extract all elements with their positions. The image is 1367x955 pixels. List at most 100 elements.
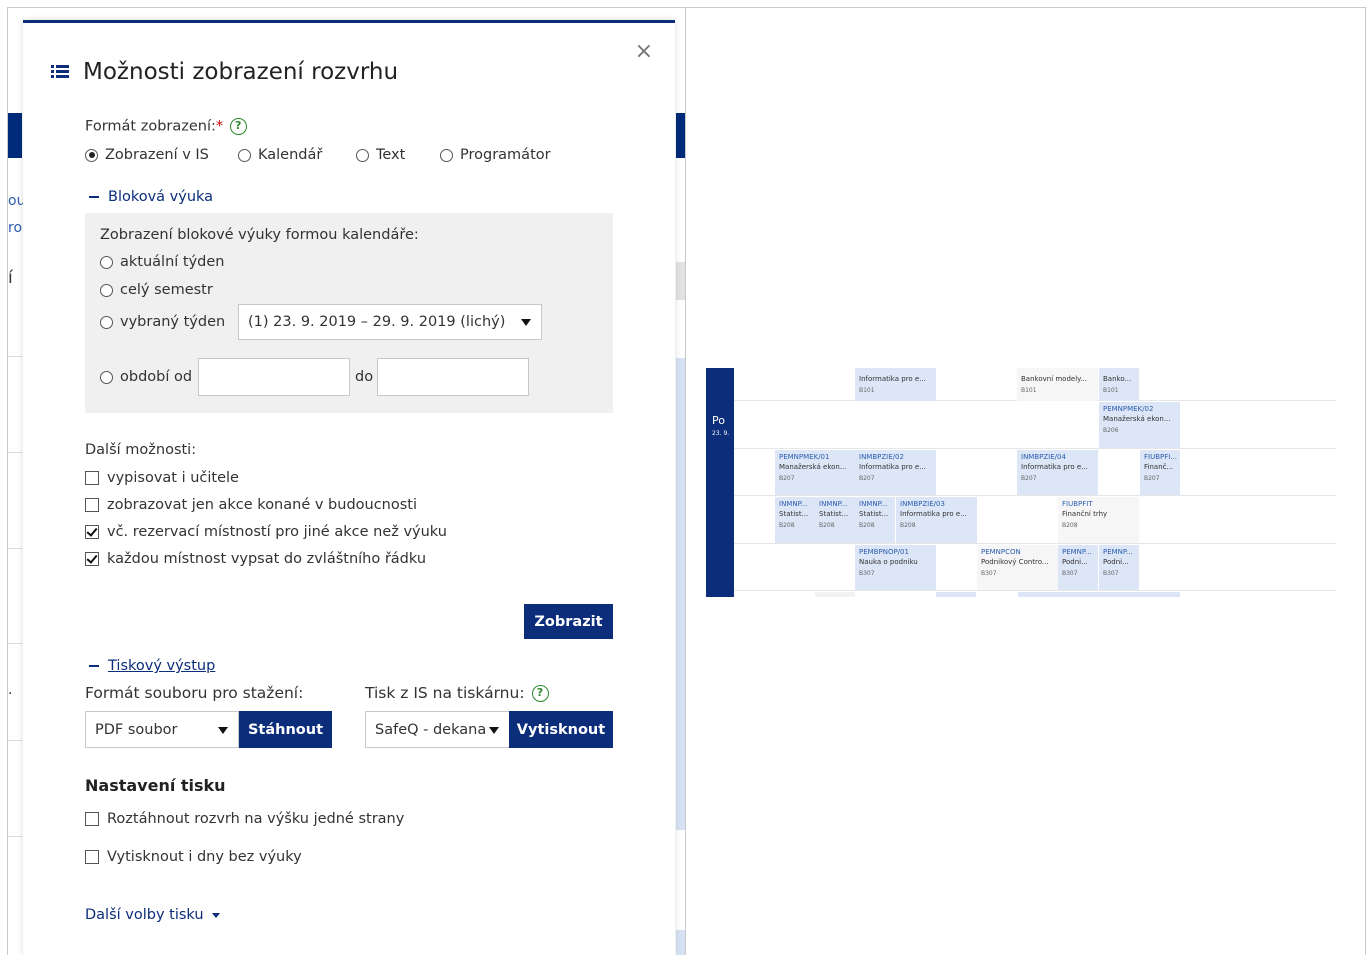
timetable-event[interactable]: INMBPZIE/03 Informatika pro e... B208: [896, 497, 977, 543]
download-button[interactable]: Stáhnout: [239, 711, 332, 748]
radio-icon[interactable]: [100, 255, 113, 269]
required-mark: *: [215, 118, 224, 135]
format-radio-programmer[interactable]: Programátor: [440, 147, 551, 163]
radio-icon[interactable]: [100, 283, 113, 297]
chevron-down-icon: [218, 726, 228, 734]
radio-current-week[interactable]: aktuální týden: [100, 254, 224, 270]
timetable-event[interactable]: PEMBPNOP/01 Nauka o podniku B307: [855, 545, 936, 590]
timetable-row: Informatika pro e... B101 Bankovní modely…: [734, 368, 1336, 401]
background-divider: [8, 643, 22, 644]
timetable-event[interactable]: PEMNPCON Podnikový Contro... B307: [977, 545, 1058, 590]
background-text: í: [8, 268, 13, 288]
checkbox-stretch-page[interactable]: Roztáhnout rozvrh na výšku jedné strany: [85, 811, 404, 827]
print-button[interactable]: Vytisknout: [509, 711, 613, 748]
timetable-event-partial: [936, 592, 976, 597]
day-date: 23. 9.: [712, 430, 730, 437]
background-link[interactable]: ro: [8, 220, 22, 236]
background-strip: [676, 930, 685, 955]
background-divider: [8, 836, 22, 837]
period-to-label: do: [355, 369, 374, 385]
timetable-event[interactable]: PEMNP... Podni... B307: [1058, 545, 1098, 590]
background-strip: [676, 358, 685, 830]
checkbox-print-empty-days[interactable]: Vytisknout i dny bez výuky: [85, 849, 302, 865]
background-divider: [8, 548, 22, 549]
modal-header: Možnosti zobrazení rozvrhu: [51, 59, 398, 85]
chevron-down-icon: [521, 319, 531, 326]
format-radio-is[interactable]: Zobrazení v IS: [85, 147, 209, 163]
radio-icon[interactable]: [85, 148, 98, 162]
help-icon[interactable]: ?: [531, 685, 549, 702]
background-divider: [8, 356, 22, 357]
checkbox-icon[interactable]: [85, 812, 99, 826]
timetable-event[interactable]: INMNP... Statist... B208: [815, 497, 855, 543]
format-label: Formát zobrazení:* ?: [85, 118, 247, 135]
background-scrollbar[interactable]: [676, 262, 685, 300]
checkbox-icon[interactable]: [85, 471, 99, 485]
radio-icon[interactable]: [100, 370, 113, 384]
radio-period[interactable]: období od: [100, 369, 192, 385]
block-teaching-toggle[interactable]: Bloková výuka: [89, 189, 213, 205]
timetable-event[interactable]: INMBPZIE/04 Informatika pro e... B207: [1017, 450, 1098, 495]
timetable-event[interactable]: FIUBPFIT Finanční trhy B208: [1058, 497, 1139, 543]
collapse-icon: [89, 665, 99, 667]
timetable-event-partial: [1018, 592, 1180, 597]
checkbox-icon[interactable]: [85, 850, 99, 864]
timetable-row: PEMNPMEK/02 Manažerská ekon... B206: [734, 402, 1336, 449]
radio-icon[interactable]: [440, 148, 453, 162]
background-header-bar: [8, 113, 22, 158]
printer-label: Tisk z IS na tiskárnu: ?: [365, 684, 549, 702]
timetable-row: PEMBPNOP/01 Nauka o podniku B307 PEMNPCON P…: [734, 545, 1336, 591]
print-output-toggle[interactable]: Tiskový výstup: [89, 658, 215, 674]
radio-whole-semester[interactable]: celý semestr: [100, 282, 213, 298]
file-format-select[interactable]: PDF soubor: [85, 711, 239, 748]
timetable-row: PEMNPMEK/01 Manažerská ekon... B207 INMBPZ…: [734, 450, 1336, 496]
help-icon[interactable]: ?: [229, 118, 247, 135]
timetable-event[interactable]: PEMNP... Podni... B307: [1099, 545, 1139, 590]
radio-icon[interactable]: [238, 148, 251, 162]
timetable-event[interactable]: Informatika pro e... B101: [855, 368, 936, 401]
radio-selected-week[interactable]: vybraný týden: [100, 314, 225, 330]
more-print-options-link[interactable]: Další volby tisku: [85, 907, 220, 923]
checkbox-icon[interactable]: [85, 552, 99, 566]
timetable-event[interactable]: Bankovní modely... B101: [1017, 368, 1098, 401]
day-column: Po 23. 9.: [706, 368, 734, 597]
checkbox-icon[interactable]: [85, 498, 99, 512]
week-select[interactable]: (1) 23. 9. 2019 – 29. 9. 2019 (lichý): [238, 304, 542, 340]
collapse-icon: [89, 196, 99, 198]
chevron-down-icon: [211, 912, 220, 918]
background-text: .: [8, 682, 13, 698]
checkbox-icon[interactable]: [85, 525, 99, 539]
format-radio-text[interactable]: Text: [356, 147, 405, 163]
timetable-event[interactable]: INMNP... Statist... B208: [855, 497, 895, 543]
timetable-event[interactable]: INMBPZIE/02 Informatika pro e... B207: [855, 450, 936, 495]
checkbox-show-teachers[interactable]: vypisovat i učitele: [85, 470, 239, 486]
background-divider: [8, 452, 22, 453]
print-settings-heading: Nastavení tisku: [85, 776, 226, 795]
chevron-down-icon: [489, 726, 499, 734]
other-options-heading: Další možnosti:: [85, 442, 197, 458]
modal-title: Možnosti zobrazení rozvrhu: [83, 59, 399, 85]
list-icon: [51, 65, 69, 79]
day-label: Po: [712, 414, 725, 427]
radio-icon[interactable]: [100, 315, 113, 329]
format-radio-calendar[interactable]: Kalendář: [238, 147, 322, 163]
timetable-event[interactable]: Banko... B101: [1099, 368, 1139, 401]
checkbox-room-reservations[interactable]: vč. rezervací místností pro jiné akce ne…: [85, 524, 447, 540]
printer-select[interactable]: SafeQ - dekana: [365, 711, 510, 748]
background-divider: [8, 740, 22, 741]
timetable-event[interactable]: FIUBPFI... Finanč... B207: [1140, 450, 1180, 495]
checkbox-future-only[interactable]: zobrazovat jen akce konané v budoucnosti: [85, 497, 417, 513]
timetable-row: INMNP... Statist... B208 INMNP... Statist..…: [734, 497, 1336, 544]
checkbox-separate-rows[interactable]: každou místnost vypsat do zvláštního řád…: [85, 551, 426, 567]
background-header-bar: [676, 113, 685, 158]
block-heading: Zobrazení blokové výuky formou kalendáře…: [100, 227, 419, 243]
timetable-event[interactable]: INMNP... Statist... B208: [775, 497, 815, 543]
radio-icon[interactable]: [356, 148, 369, 162]
period-from-input[interactable]: [198, 358, 350, 396]
timetable-preview: Po 23. 9. Informatika pro e... B101 Banko…: [706, 368, 1336, 597]
close-icon[interactable]: ×: [635, 41, 653, 63]
show-button[interactable]: Zobrazit: [524, 604, 613, 639]
period-to-input[interactable]: [377, 358, 529, 396]
timetable-event[interactable]: PEMNPMEK/01 Manažerská ekon... B207: [775, 450, 856, 495]
timetable-event[interactable]: PEMNPMEK/02 Manažerská ekon... B206: [1099, 402, 1180, 448]
